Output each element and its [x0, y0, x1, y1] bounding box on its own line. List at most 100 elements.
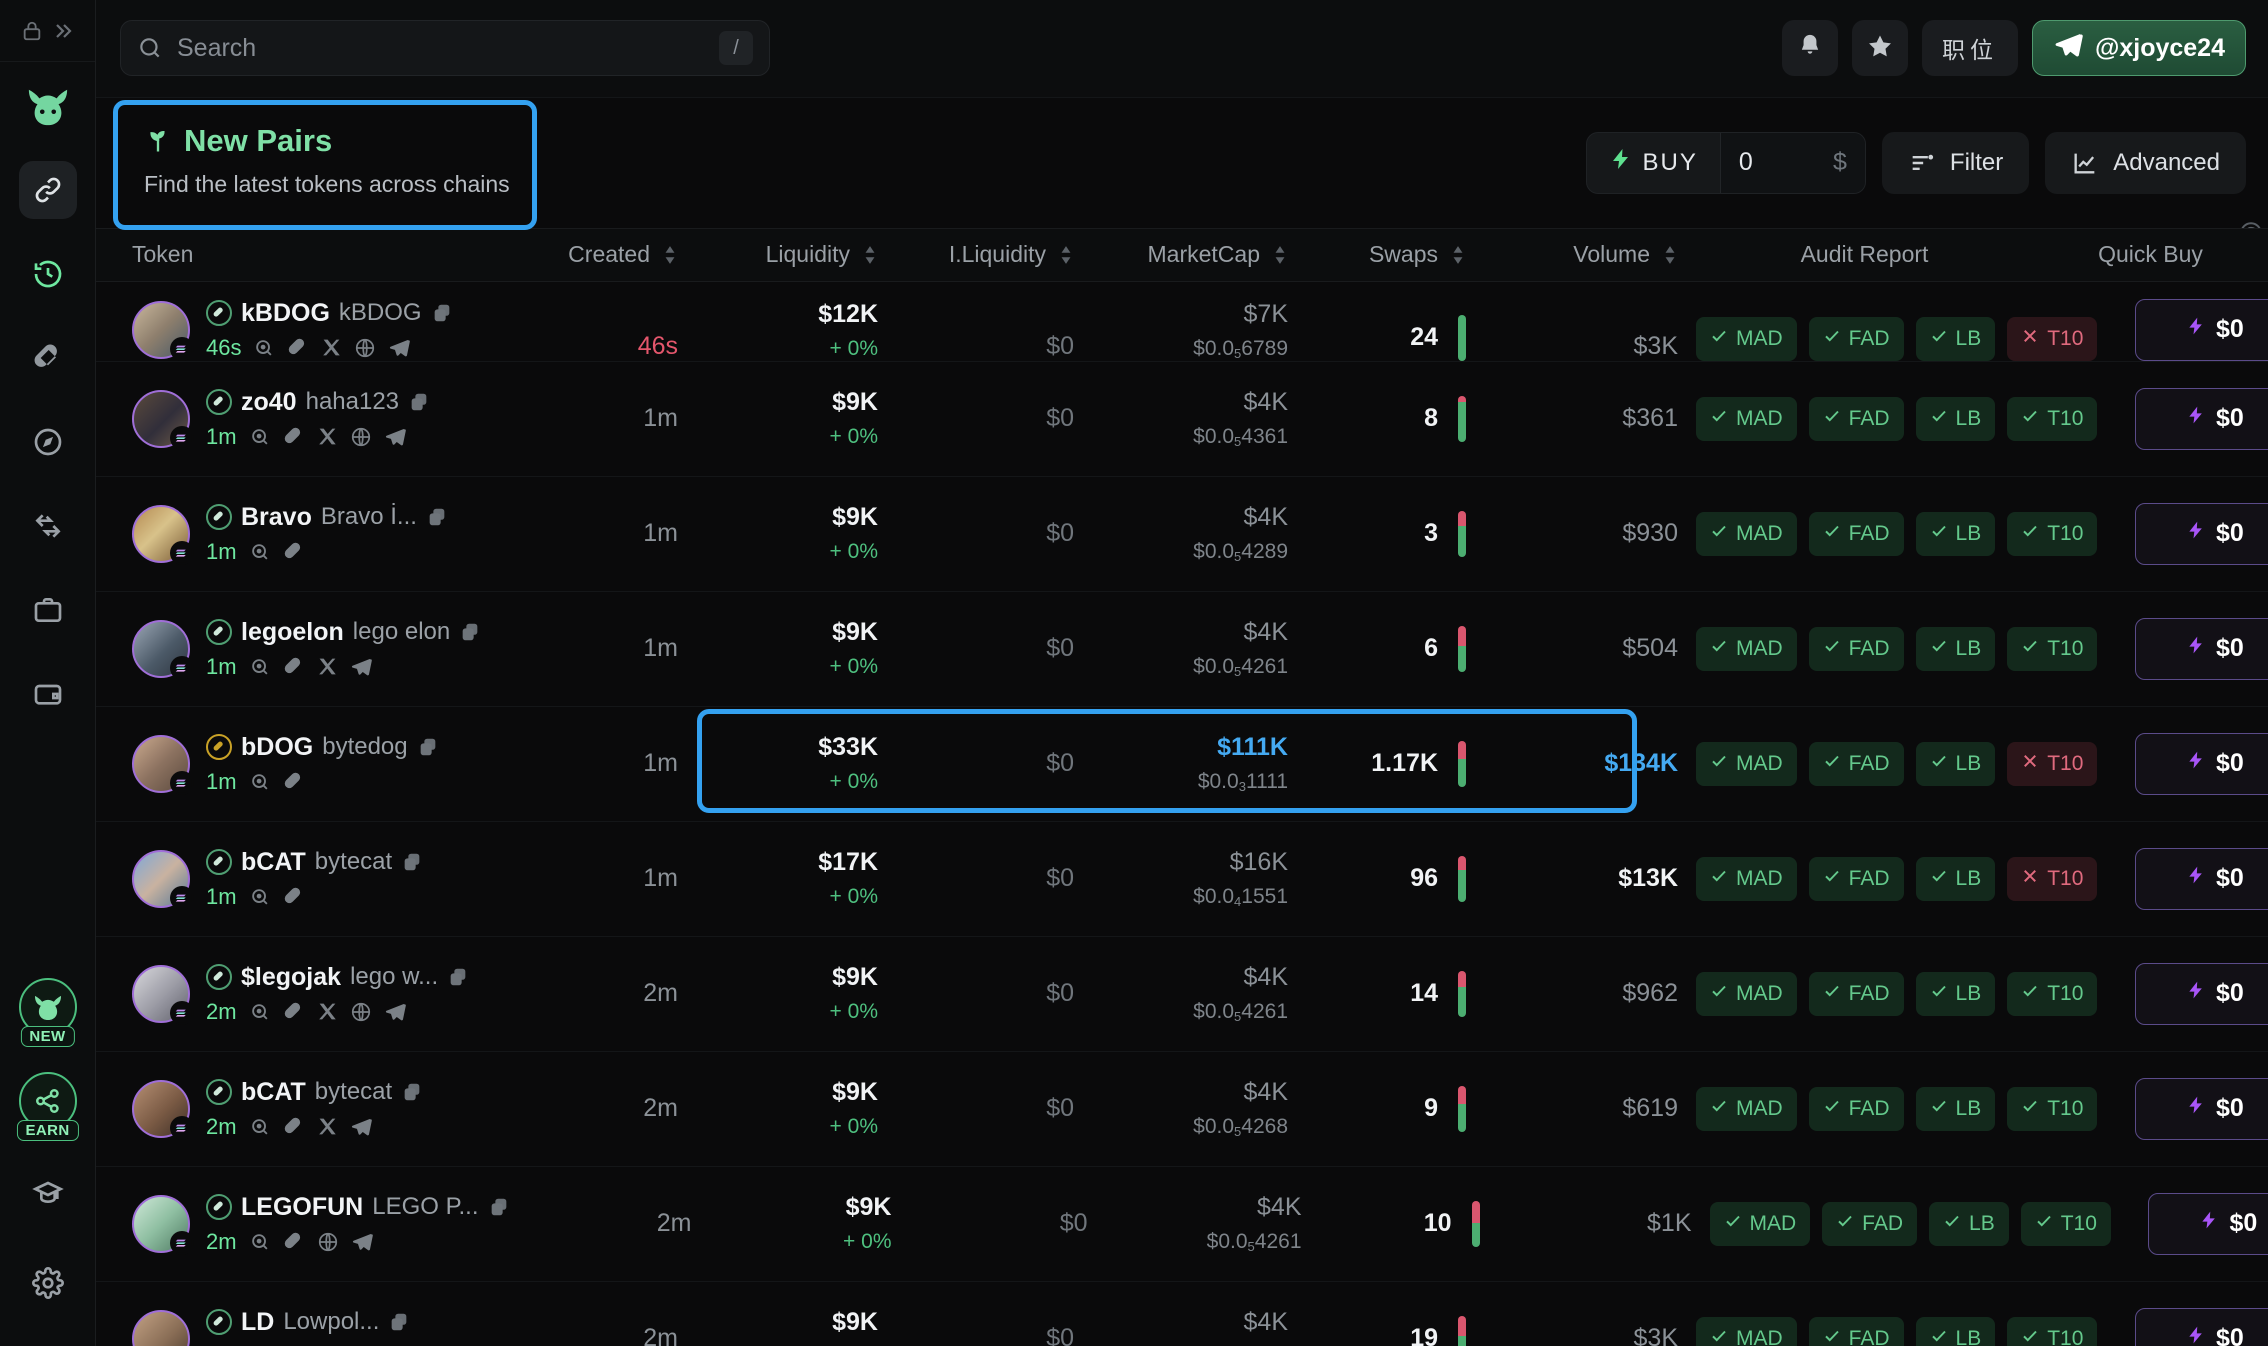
audit-badge-fad[interactable]: FAD — [1808, 741, 1904, 786]
audit-badge-fad[interactable]: FAD — [1808, 971, 1904, 1016]
filter-button[interactable]: Filter — [1881, 131, 2030, 194]
copy-icon[interactable] — [426, 506, 448, 528]
sidebar-item-chain-link[interactable] — [18, 161, 77, 219]
pill-icon[interactable] — [283, 541, 305, 563]
audit-badge-mad[interactable]: MAD — [1696, 741, 1797, 786]
search-icon[interactable] — [249, 771, 271, 793]
sidebar-item-wallet[interactable] — [19, 665, 77, 723]
notifications-button[interactable] — [1781, 20, 1838, 77]
cell-token[interactable]: LD Lowpol... 2m — [96, 1308, 496, 1346]
cell-token[interactable]: bCAT bytecat 2m — [96, 1078, 496, 1140]
sidebar-item-discover[interactable] — [19, 413, 77, 471]
audit-badge-mad[interactable]: MAD — [1696, 856, 1797, 901]
cell-token[interactable]: zo40 haha123 1m — [96, 388, 496, 450]
table-row[interactable]: legoelon lego elon 1m 1m $9K + 0% $0 $4K… — [96, 591, 2268, 707]
telegram-icon[interactable] — [350, 1116, 372, 1138]
audit-badge-lb[interactable]: LB — [1929, 1201, 2009, 1246]
audit-badge-fad[interactable]: FAD — [1808, 856, 1904, 901]
audit-badge-mad[interactable]: MAD — [1696, 626, 1797, 671]
avatar[interactable] — [132, 619, 194, 680]
audit-badge-fad[interactable]: FAD — [1808, 316, 1904, 361]
copy-icon[interactable] — [417, 736, 439, 758]
audit-badge-lb[interactable]: LB — [1915, 971, 1996, 1016]
search-icon[interactable] — [253, 337, 275, 359]
table-row[interactable]: zo40 haha123 1m 1m $9K + 0% $0 $4K $0.05… — [96, 361, 2268, 477]
audit-badge-lb[interactable]: LB — [1915, 741, 1996, 786]
buy-amount-input[interactable]: 0 $ — [1719, 132, 1865, 193]
x-icon[interactable] — [321, 337, 342, 358]
table-row[interactable]: kBDOG kBDOG 46s 46s $12K + 0% $0 $7K $0.… — [96, 281, 2268, 362]
favorites-button[interactable] — [1851, 20, 1908, 77]
pill-icon[interactable] — [283, 426, 305, 448]
audit-badge-mad[interactable]: MAD — [1709, 1201, 1811, 1246]
language-button[interactable]: 职位 — [1921, 20, 2018, 77]
audit-badge-t10[interactable]: T10 — [2007, 971, 2098, 1016]
column-header-marketcap[interactable]: MarketCap — [1096, 241, 1306, 268]
avatar[interactable] — [132, 1079, 194, 1140]
cell-token[interactable]: bDOG bytedog 1m — [96, 733, 496, 795]
globe-icon[interactable] — [354, 337, 376, 359]
globe-icon[interactable] — [350, 1001, 372, 1023]
buy-button[interactable]: BUY — [1587, 133, 1720, 193]
pill-icon[interactable] — [283, 656, 305, 678]
audit-badge-lb[interactable]: LB — [1915, 396, 1996, 441]
audit-badge-t10[interactable]: T10 — [2007, 396, 2098, 441]
audit-badge-fad[interactable]: FAD — [1808, 1086, 1904, 1131]
x-icon[interactable] — [317, 426, 338, 447]
audit-badge-fad[interactable]: FAD — [1808, 626, 1904, 671]
chevrons-right-icon[interactable] — [51, 19, 75, 43]
quick-buy-button[interactable]: $0 — [2134, 847, 2268, 910]
pill-icon[interactable] — [283, 771, 305, 793]
copy-icon[interactable] — [388, 1311, 410, 1333]
quick-buy-button[interactable]: $0 — [2134, 732, 2268, 795]
audit-badge-t10[interactable]: T10 — [2007, 1316, 2098, 1346]
table-row[interactable]: bDOG bytedog 1m 1m $33K + 0% $0 $111K $0… — [96, 706, 2268, 822]
avatar[interactable] — [132, 734, 194, 795]
quick-buy-button[interactable]: $0 — [2148, 1192, 2268, 1255]
sidebar-item-swap[interactable] — [19, 497, 77, 555]
sort-toggle-liquidity[interactable] — [862, 245, 878, 265]
copy-icon[interactable] — [401, 851, 423, 873]
audit-badge-fad[interactable]: FAD — [1808, 396, 1904, 441]
copy-icon[interactable] — [488, 1196, 510, 1218]
quick-buy-button[interactable]: $0 — [2134, 298, 2268, 361]
quick-buy-button[interactable]: $0 — [2134, 1077, 2268, 1140]
avatar[interactable] — [132, 504, 194, 565]
table-row[interactable]: Bravo Bravo İ... 1m 1m $9K + 0% $0 $4K $… — [96, 476, 2268, 592]
sort-toggle-volume[interactable] — [1662, 245, 1678, 265]
pill-icon[interactable] — [283, 886, 305, 908]
sort-toggle-marketcap[interactable] — [1272, 245, 1288, 265]
quick-buy-control[interactable]: BUY 0 $ — [1585, 131, 1866, 194]
copy-icon[interactable] — [447, 966, 469, 988]
globe-icon[interactable] — [317, 1231, 339, 1253]
audit-badge-t10[interactable]: T10 — [2007, 626, 2098, 671]
audit-badge-lb[interactable]: LB — [1915, 316, 1996, 361]
audit-badge-lb[interactable]: LB — [1915, 626, 1996, 671]
globe-icon[interactable] — [350, 426, 372, 448]
quick-buy-button[interactable]: $0 — [2134, 502, 2268, 565]
quick-buy-button[interactable]: $0 — [2134, 962, 2268, 1025]
audit-badge-t10[interactable]: T10 — [2007, 741, 2098, 786]
cell-token[interactable]: Bravo Bravo İ... 1m — [96, 503, 496, 565]
lock-icon[interactable] — [21, 20, 43, 42]
pill-icon[interactable] — [283, 1001, 305, 1023]
pill-icon[interactable] — [287, 337, 309, 359]
avatar[interactable] — [132, 389, 194, 450]
sidebar-item-portfolio[interactable] — [19, 581, 77, 639]
sort-toggle-i-liquidity[interactable] — [1058, 245, 1074, 265]
cell-token[interactable]: kBDOG kBDOG 46s — [96, 299, 496, 361]
bull-logo[interactable] — [23, 84, 73, 133]
x-icon[interactable] — [317, 1001, 338, 1022]
column-header-created[interactable]: Created — [496, 241, 696, 268]
avatar[interactable] — [132, 849, 194, 910]
quick-buy-button[interactable]: $0 — [2134, 387, 2268, 450]
quick-buy-button[interactable]: $0 — [2134, 1307, 2268, 1346]
table-row[interactable]: bCAT bytecat 1m 1m $17K + 0% $0 $16K $0.… — [96, 821, 2268, 937]
search-icon[interactable] — [249, 541, 271, 563]
sort-toggle-created[interactable] — [662, 245, 678, 265]
search-icon[interactable] — [249, 886, 271, 908]
cell-token[interactable]: $legojak lego w... 2m — [96, 963, 496, 1025]
search-icon[interactable] — [249, 656, 271, 678]
table-row[interactable]: LD Lowpol... 2m 2m $9K + 0% $0 — [96, 1281, 2268, 1346]
cell-token[interactable]: legoelon lego elon 1m — [96, 618, 496, 680]
